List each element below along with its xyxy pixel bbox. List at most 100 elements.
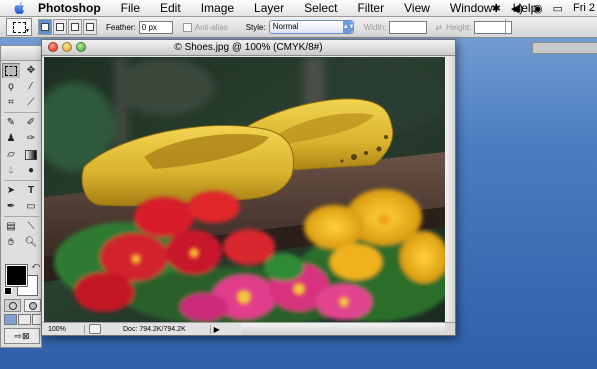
resize-grip[interactable] [445, 323, 455, 335]
full-screen-menu-button[interactable] [18, 314, 31, 325]
notes-tool[interactable]: ▤ [2, 219, 20, 234]
crop-icon: ⌗ [8, 97, 14, 108]
status-menu-arrow-icon[interactable]: ▶ [209, 324, 220, 334]
tool-preset-picker[interactable]: ▼ [6, 18, 32, 36]
eraser-tool[interactable]: ▱ [2, 147, 20, 162]
zoom-tool[interactable]: 🔍︎ [22, 235, 40, 250]
zoom-level-field[interactable]: 100% [42, 324, 85, 334]
tool-separator [4, 112, 39, 113]
marquee-tool[interactable] [2, 63, 20, 78]
palette-well[interactable] [532, 42, 597, 54]
intersect-selection-button[interactable] [83, 19, 97, 35]
options-bar: ▼ Feather: 0 px Anti-alias Style: Normal… [0, 17, 597, 38]
lasso-tool[interactable]: ϙ [2, 79, 20, 94]
volume-icon[interactable]: ◀) [511, 2, 523, 15]
style-select[interactable]: Normal ▲▼ [268, 20, 355, 34]
magic-wand-tool[interactable]: ⁄ [22, 79, 40, 94]
healing-brush-tool[interactable]: ✎ [2, 115, 20, 130]
hand-tool[interactable]: ✋︎ [2, 235, 20, 250]
document-canvas[interactable] [44, 57, 445, 323]
brush-icon: ✐ [26, 117, 36, 128]
new-selection-button[interactable] [38, 19, 52, 35]
antialias-checkbox[interactable] [182, 22, 192, 32]
antialias-label: Anti-alias [194, 22, 228, 32]
status-info-icon[interactable] [89, 324, 101, 334]
menu-image[interactable]: Image [201, 1, 234, 15]
move-tool[interactable]: ✥ [22, 63, 40, 78]
document-title: © Shoes.jpg @ 100% (CMYK/8#) [174, 42, 323, 53]
menu-filter[interactable]: Filter [357, 1, 384, 15]
tools-palette: ✥ ϙ ⁄ ⌗ ⟋ ✎ ✐ ♟ ✑ ▱ 💧︎ ● ➤ T ✒ ▭ ▤ ⟍ ✋︎ … [0, 45, 45, 348]
apple-menu-icon[interactable] [12, 1, 28, 15]
magnifier-icon: 🔍︎ [24, 237, 38, 248]
battery-icon[interactable]: ▭ [553, 2, 563, 15]
blur-tool[interactable]: 💧︎ [2, 163, 20, 178]
pen-tool[interactable]: ✒ [2, 199, 20, 214]
add-selection-button[interactable] [53, 19, 67, 35]
marquee-icon [12, 21, 26, 33]
standard-screen-button[interactable] [4, 314, 17, 325]
history-brush-icon: ✑ [26, 133, 36, 144]
document-window: © Shoes.jpg @ 100% (CMYK/8#) 100% Doc: 7… [41, 39, 456, 336]
shape-tool[interactable]: ▭ [22, 199, 40, 214]
standard-mode-button[interactable] [4, 299, 21, 312]
swap-colors-icon[interactable]: ⤺ [31, 261, 40, 271]
width-input[interactable] [389, 20, 428, 34]
zoom-button[interactable] [76, 42, 86, 52]
clone-stamp-tool[interactable]: ♟ [2, 131, 20, 146]
arrow-icon: ➤ [6, 185, 16, 196]
tool-separator [4, 180, 39, 181]
document-titlebar[interactable]: © Shoes.jpg @ 100% (CMYK/8#) [42, 40, 455, 56]
slice-tool[interactable]: ⟋ [22, 95, 40, 110]
crop-tool[interactable]: ⌗ [2, 95, 20, 110]
height-input[interactable] [474, 20, 513, 34]
brush-tool[interactable]: ✐ [22, 115, 40, 130]
dodge-tool[interactable]: ● [22, 163, 40, 178]
tool-separator [4, 216, 39, 217]
eyedropper-icon: ⟍ [27, 221, 35, 232]
menu-edit[interactable]: Edit [160, 1, 181, 15]
foreground-color-swatch[interactable] [5, 264, 28, 287]
tools-palette-header[interactable] [1, 46, 41, 61]
feather-input[interactable]: 0 px [138, 20, 173, 34]
close-button[interactable] [48, 42, 58, 52]
minimize-button[interactable] [62, 42, 72, 52]
path-selection-tool[interactable]: ➤ [2, 183, 20, 198]
notes-icon: ▤ [6, 221, 16, 232]
height-label: Height: [446, 22, 472, 32]
type-tool[interactable]: T [22, 183, 40, 198]
pen-icon: ✒ [6, 201, 16, 212]
dropdown-arrow-icon: ▼ [25, 28, 30, 34]
swap-dimensions-icon[interactable]: ⇄ [435, 23, 442, 32]
eyedropper-tool[interactable]: ⟍ [22, 219, 40, 234]
network-icon[interactable]: ◉ [533, 2, 543, 15]
default-colors-icon[interactable] [4, 287, 12, 295]
type-icon: T [27, 185, 35, 196]
menu-app-name[interactable]: Photoshop [38, 1, 101, 15]
quick-mask-button[interactable] [24, 299, 41, 312]
magic-wand-icon: ⁄ [30, 81, 32, 92]
bluetooth-icon[interactable]: ✱ [492, 2, 501, 15]
subtract-selection-button[interactable] [68, 19, 82, 35]
gradient-tool[interactable] [22, 147, 40, 162]
jump-to-imageready-button[interactable]: ⇨⊠ [4, 328, 40, 344]
color-swatches: ⤺ [4, 261, 40, 296]
document-size-info: Doc: 794.2K/794.2K [123, 325, 186, 333]
menu-extras: ✱ ◀) ◉ ▭ Fri 2 [482, 0, 597, 16]
select-arrows-icon: ▲▼ [342, 21, 355, 33]
menu-file[interactable]: File [121, 1, 140, 15]
feather-label: Feather: [106, 22, 136, 32]
gradient-icon [25, 149, 37, 160]
vertical-scrollbar[interactable] [445, 56, 455, 324]
menu-layer[interactable]: Layer [254, 1, 284, 15]
menu-view[interactable]: View [404, 1, 430, 15]
lasso-icon: ϙ [8, 81, 14, 92]
screen-mode-row [4, 314, 45, 325]
bandage-icon: ✎ [6, 117, 16, 128]
history-brush-tool[interactable]: ✑ [22, 131, 40, 146]
horizontal-scrollbar[interactable] [241, 323, 455, 335]
menu-bar: Photoshop File Edit Image Layer Select F… [0, 0, 597, 17]
menu-select[interactable]: Select [304, 1, 337, 15]
clock[interactable]: Fri 2 [573, 2, 595, 14]
options-divider [505, 19, 506, 35]
